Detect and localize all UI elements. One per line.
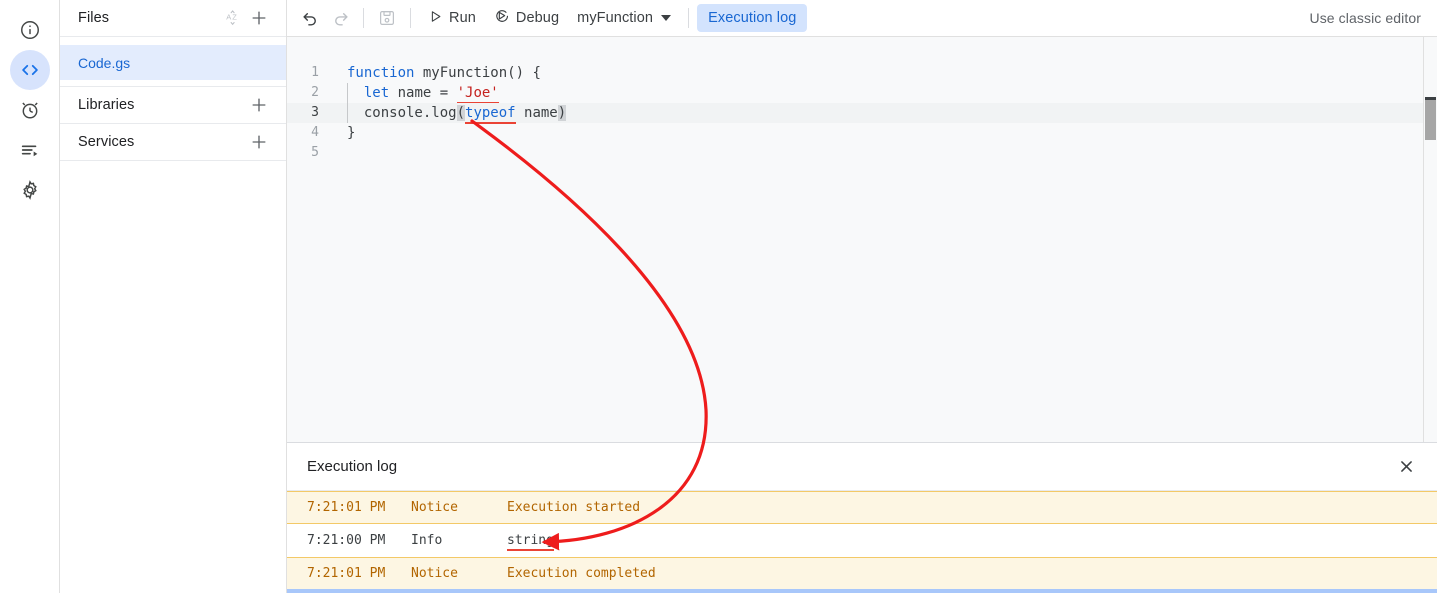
log-message: string — [507, 533, 1437, 548]
log-bottom-accent-bar — [287, 589, 1437, 593]
token-var-assign: name = — [389, 85, 456, 101]
log-row: 7:21:01 PM Notice Execution started — [287, 491, 1437, 524]
debug-button[interactable]: Debug — [485, 4, 568, 32]
editor-icon[interactable] — [10, 50, 50, 90]
code-line: 2 let name = 'Joe' — [287, 83, 1437, 103]
line-number: 4 — [287, 123, 327, 143]
line-number: 5 — [287, 143, 327, 163]
triggers-icon[interactable] — [10, 90, 50, 130]
log-level: Notice — [411, 500, 507, 515]
line-number: 1 — [287, 63, 327, 83]
add-service-icon[interactable] — [246, 129, 272, 155]
debug-label: Debug — [516, 10, 559, 26]
token-function-name: myFunction() { — [414, 65, 540, 81]
line-text: console.log(typeof name) — [327, 103, 566, 123]
token-arg-name: name — [516, 105, 558, 121]
code-line-current: 3 console.log(typeof name) — [287, 103, 1437, 123]
scrollbar-thumb[interactable] — [1425, 100, 1436, 140]
svg-text:Z: Z — [232, 13, 237, 22]
debug-icon — [494, 8, 510, 28]
log-timestamp: 7:21:01 PM — [307, 566, 411, 581]
token-console-log: console.log — [364, 105, 457, 121]
indent-guide — [347, 83, 348, 103]
files-sidebar: Files A Z Code.gs Libraries — [60, 0, 287, 593]
log-timestamp: 7:21:01 PM — [307, 500, 411, 515]
token-keyword-typeof: typeof — [465, 105, 516, 124]
executions-icon[interactable] — [10, 130, 50, 170]
run-button[interactable]: Run — [419, 4, 485, 32]
line-number: 3 — [287, 103, 327, 123]
editor-scrollbar[interactable] — [1423, 37, 1437, 442]
redo-icon[interactable] — [325, 3, 355, 33]
chevron-down-icon — [661, 15, 671, 21]
services-title: Services — [78, 134, 246, 150]
token-keyword-function: function — [347, 65, 414, 81]
apps-script-editor-window: Files A Z Code.gs Libraries — [0, 0, 1437, 593]
log-timestamp: 7:21:00 PM — [307, 533, 411, 548]
play-icon — [428, 9, 443, 28]
add-file-icon[interactable] — [246, 5, 272, 31]
token-paren-close: ) — [558, 105, 566, 121]
code-editor[interactable]: 1 function myFunction() { 2 let name = '… — [287, 37, 1437, 442]
log-message-highlighted: string — [507, 533, 554, 551]
line-number: 2 — [287, 83, 327, 103]
files-title: Files — [78, 10, 220, 26]
log-level: Info — [411, 533, 507, 548]
code-line: 5 — [287, 143, 1437, 163]
file-item-label: Code.gs — [78, 55, 130, 71]
file-list: Code.gs — [60, 37, 286, 87]
run-label: Run — [449, 10, 476, 26]
log-row: 7:21:00 PM Info string — [287, 524, 1437, 557]
editor-toolbar: Run Debug myFunction Execution log Use c… — [287, 0, 1437, 37]
execution-log-panel: Execution log 7:21:01 PM Notice Executio… — [287, 442, 1437, 593]
function-select-value: myFunction — [577, 10, 653, 26]
add-library-icon[interactable] — [246, 92, 272, 118]
toolbar-divider-2 — [410, 8, 411, 28]
files-section-header: Files A Z — [60, 0, 286, 37]
execution-log-button-label: Execution log — [708, 10, 796, 26]
token-string-joe: 'Joe' — [457, 85, 499, 104]
line-text: let name = 'Joe' — [327, 83, 499, 103]
settings-icon[interactable] — [10, 170, 50, 210]
log-message: Execution started — [507, 500, 1437, 515]
execution-log-header: Execution log — [287, 443, 1437, 491]
execution-log-button[interactable]: Execution log — [697, 4, 807, 32]
log-row: 7:21:01 PM Notice Execution completed — [287, 557, 1437, 590]
toolbar-divider-3 — [688, 8, 689, 28]
line-text: function myFunction() { — [327, 63, 541, 83]
close-icon[interactable] — [1391, 452, 1421, 482]
file-item-code-gs[interactable]: Code.gs — [60, 45, 286, 80]
code-line: 4 } — [287, 123, 1437, 143]
undo-icon[interactable] — [295, 3, 325, 33]
toolbar-divider-1 — [363, 8, 364, 28]
svg-text:A: A — [226, 13, 231, 22]
log-level: Notice — [411, 566, 507, 581]
execution-log-title: Execution log — [307, 458, 1391, 475]
use-classic-editor-label: Use classic editor — [1309, 10, 1421, 26]
log-message: Execution completed — [507, 566, 1437, 581]
line-text: } — [327, 123, 355, 143]
libraries-title: Libraries — [78, 97, 246, 113]
indent-guide — [347, 103, 348, 123]
overview-icon[interactable] — [10, 10, 50, 50]
code-content: 1 function myFunction() { 2 let name = '… — [287, 37, 1437, 163]
function-select[interactable]: myFunction — [568, 4, 680, 32]
token-paren-open: ( — [457, 105, 465, 121]
services-section-header[interactable]: Services — [60, 124, 286, 161]
left-icon-rail — [0, 0, 60, 593]
use-classic-editor-link[interactable]: Use classic editor — [1309, 10, 1423, 26]
token-keyword-let: let — [364, 85, 389, 101]
code-line: 1 function myFunction() { — [287, 63, 1437, 83]
libraries-section-header[interactable]: Libraries — [60, 87, 286, 124]
sort-az-icon[interactable]: A Z — [220, 5, 246, 31]
save-icon[interactable] — [372, 3, 402, 33]
